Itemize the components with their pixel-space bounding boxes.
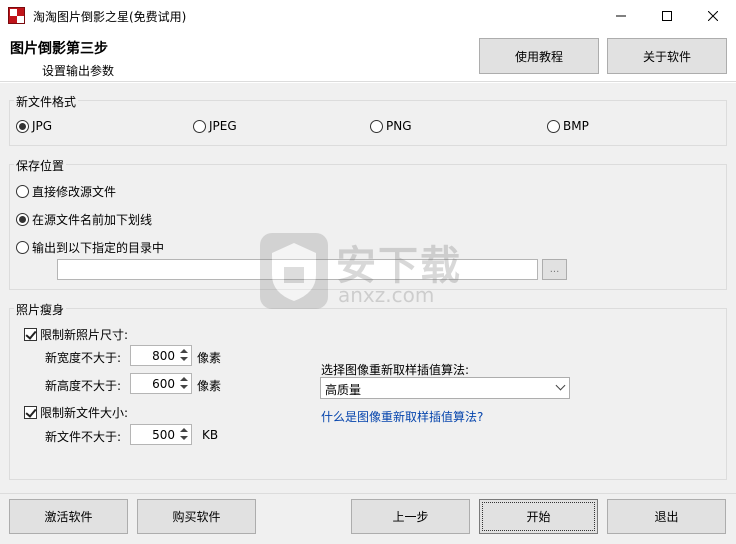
- format-option-label: BMP: [563, 119, 589, 133]
- checkbox-indicator: [24, 406, 37, 419]
- limit-size-label: 限制新照片尺寸:: [40, 328, 129, 342]
- width-label: 新宽度不大于:: [45, 351, 122, 365]
- radio-indicator: [16, 213, 29, 226]
- title-bar: 淘淘图片倒影之星(免费试用): [0, 0, 736, 32]
- close-button[interactable]: [690, 0, 736, 32]
- height-stepper[interactable]: 600: [130, 373, 192, 394]
- prev-step-button[interactable]: 上一步: [351, 499, 470, 534]
- app-logo-icon: [8, 7, 25, 24]
- algorithm-label: 选择图像重新取样插值算法:: [321, 363, 470, 377]
- format-radio-jpeg[interactable]: JPEG: [193, 119, 237, 133]
- filesize-unit: KB: [202, 428, 219, 442]
- help-button[interactable]: 使用教程: [479, 38, 599, 74]
- activate-button[interactable]: 激活软件: [9, 499, 128, 534]
- limit-filesize-label: 限制新文件大小:: [40, 406, 129, 420]
- save-radio-overwrite[interactable]: 直接修改源文件: [16, 183, 116, 200]
- format-radio-bmp[interactable]: BMP: [547, 119, 589, 133]
- format-option-label: PNG: [386, 119, 412, 133]
- algorithm-value: 高质量: [325, 383, 362, 397]
- format-radio-jpg[interactable]: JPG: [16, 119, 52, 133]
- step-title: 图片倒影第三步: [10, 41, 108, 57]
- filesize-label: 新文件不大于:: [45, 430, 122, 444]
- radio-indicator: [547, 119, 560, 133]
- exit-button[interactable]: 退出: [607, 499, 726, 534]
- limit-size-checkbox[interactable]: 限制新照片尺寸:: [24, 326, 128, 343]
- checkbox-indicator: [24, 328, 37, 341]
- radio-indicator: [193, 119, 206, 133]
- maximize-button[interactable]: [644, 0, 690, 32]
- algorithm-help-link[interactable]: 什么是图像重新取样插值算法?: [321, 408, 483, 425]
- format-option-label: JPEG: [209, 119, 237, 133]
- filesize-value: 500: [152, 428, 175, 442]
- algorithm-select[interactable]: 高质量: [320, 377, 570, 399]
- width-stepper[interactable]: 800: [130, 345, 192, 366]
- step-header: 图片倒影第三步 设置输出参数 使用教程 关于软件: [0, 32, 736, 82]
- minimize-icon: [616, 15, 626, 17]
- stepper-arrows-icon[interactable]: [179, 347, 189, 364]
- minimize-button[interactable]: [598, 0, 644, 32]
- watermark-url: anxz.com: [338, 283, 435, 307]
- save-radio-directory[interactable]: 输出到以下指定的目录中: [16, 239, 164, 256]
- stepper-arrows-icon[interactable]: [179, 375, 189, 392]
- save-option-label: 直接修改源文件: [32, 185, 117, 199]
- width-value: 800: [152, 349, 175, 363]
- step-subtitle: 设置输出参数: [42, 64, 115, 78]
- height-value: 600: [152, 377, 175, 391]
- height-label: 新高度不大于:: [45, 379, 122, 393]
- browse-directory-button[interactable]: ...: [542, 259, 567, 280]
- start-button[interactable]: 开始: [479, 499, 598, 534]
- format-group-label: 新文件格式: [14, 93, 79, 110]
- radio-indicator: [16, 119, 29, 133]
- close-icon: [708, 11, 718, 21]
- chevron-down-icon: [555, 380, 566, 391]
- save-option-label: 在源文件名前加下划线: [32, 213, 153, 227]
- width-unit: 像素: [197, 351, 222, 365]
- limit-filesize-checkbox[interactable]: 限制新文件大小:: [24, 404, 128, 421]
- footer-bar: 激活软件 购买软件 上一步 开始 退出: [0, 493, 736, 544]
- height-unit: 像素: [197, 379, 222, 393]
- stepper-arrows-icon[interactable]: [179, 426, 189, 443]
- format-group: [9, 100, 727, 146]
- radio-indicator: [16, 185, 29, 198]
- about-button[interactable]: 关于软件: [607, 38, 727, 74]
- radio-indicator: [16, 241, 29, 254]
- watermark: 安下载 anxz.com: [258, 229, 478, 313]
- save-group-label: 保存位置: [14, 157, 67, 174]
- radio-indicator: [370, 119, 383, 133]
- save-option-label: 输出到以下指定的目录中: [32, 241, 165, 255]
- buy-button[interactable]: 购买软件: [137, 499, 256, 534]
- format-option-label: JPG: [32, 119, 53, 133]
- save-radio-underscore[interactable]: 在源文件名前加下划线: [16, 211, 152, 228]
- maximize-icon: [662, 11, 672, 21]
- resize-group-label: 照片瘦身: [14, 301, 67, 318]
- window-title: 淘淘图片倒影之星(免费试用): [33, 10, 187, 24]
- format-radio-png[interactable]: PNG: [370, 119, 412, 133]
- filesize-stepper[interactable]: 500: [130, 424, 192, 445]
